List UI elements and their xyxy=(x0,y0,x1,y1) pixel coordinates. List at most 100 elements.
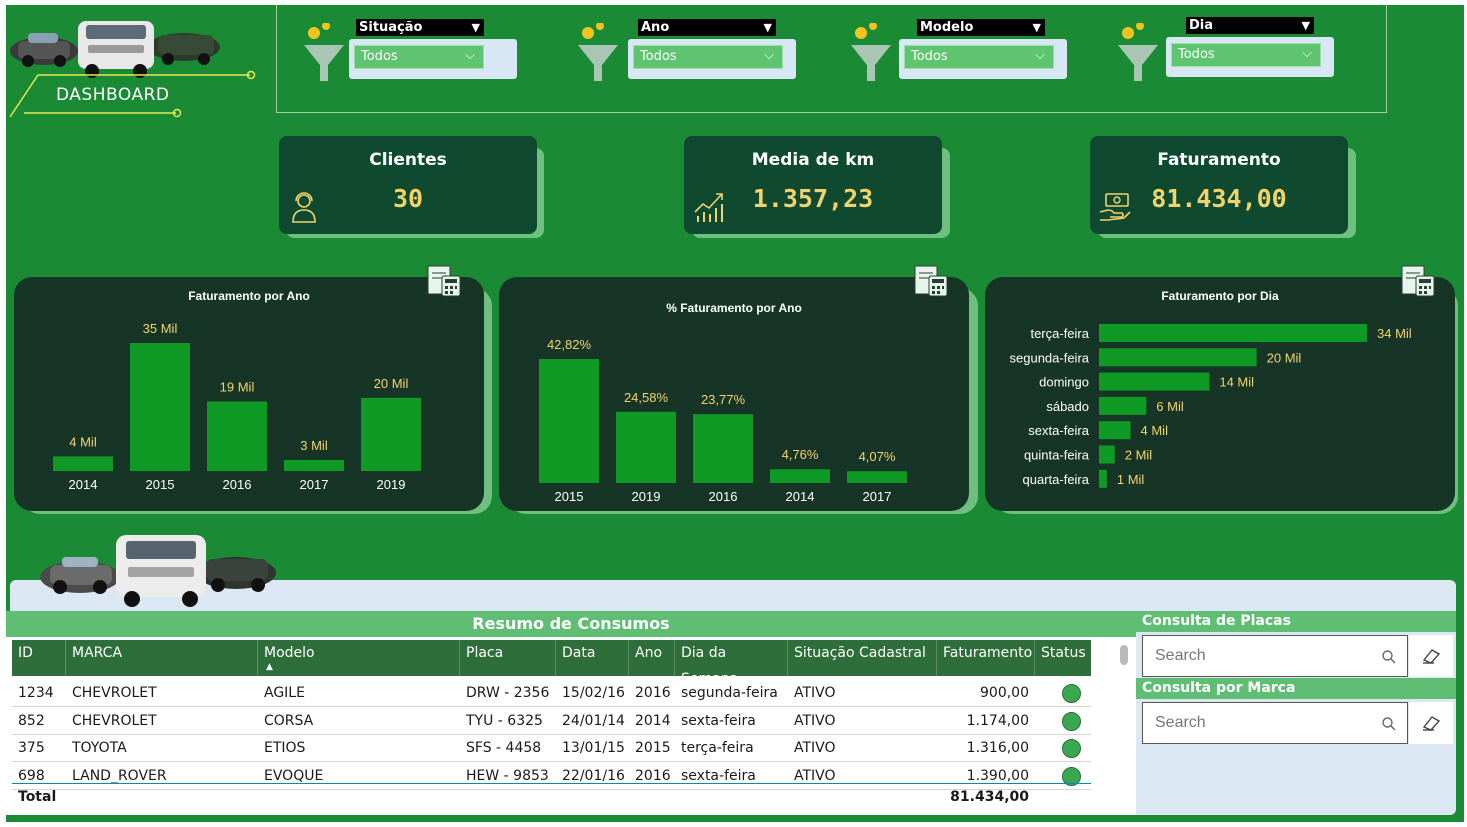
column-header-status[interactable]: Status xyxy=(1035,640,1091,676)
data-label: 3 Mil xyxy=(300,438,328,453)
table-cell: 2015 xyxy=(635,740,671,756)
y-tick-label: quinta-feira xyxy=(1024,448,1090,463)
data-label: 24,58% xyxy=(624,390,669,405)
placas-search-input[interactable]: Search xyxy=(1142,635,1408,677)
table-header: ID MARCA Modelo ▲ Placa Data Ano Dia da … xyxy=(12,640,1091,687)
column-header-dia-semana[interactable]: Dia da Semana xyxy=(675,640,788,687)
table-cell: 2016 xyxy=(635,685,671,701)
x-tick-label: 2016 xyxy=(223,477,252,492)
x-tick-label: 2016 xyxy=(709,489,738,504)
table-cell: 13/01/15 xyxy=(562,740,625,756)
kpi-title: Clientes xyxy=(369,150,447,170)
data-label: 20 Mil xyxy=(1267,350,1302,365)
trend-chart-icon xyxy=(694,193,723,222)
x-tick-label: 2014 xyxy=(69,477,98,492)
x-tick-label: 2019 xyxy=(377,477,406,492)
table-cell: 900,00 xyxy=(980,685,1029,701)
total-value: 81.434,00 xyxy=(950,789,1029,805)
table-cell: AGILE xyxy=(264,685,305,701)
chevron-down-icon: ⌵ xyxy=(465,48,475,63)
chart-bar xyxy=(770,469,830,483)
dashboard-label: DASHBOARD xyxy=(56,85,170,105)
data-label: 2 Mil xyxy=(1125,448,1153,463)
column-header-ano[interactable]: Ano xyxy=(629,640,675,676)
table-row[interactable]: 375 TOYOTA ETIOS SFS - 4458 13/01/15 2015 terç… xyxy=(12,735,1091,762)
data-table: ID MARCA Modelo ▲ Placa Data Ano Dia da … xyxy=(6,637,1136,815)
chart-bar xyxy=(1099,372,1210,391)
table-cell: ETIOS xyxy=(264,740,306,756)
y-tick-label: quarta-feira xyxy=(1023,472,1090,487)
total-label: Total xyxy=(18,789,57,805)
chevron-down-icon: ⌵ xyxy=(1035,48,1045,63)
table-cell: 1234 xyxy=(18,685,54,701)
table-cell: 375 xyxy=(18,740,45,756)
money-hand-icon xyxy=(1099,193,1131,221)
table-cell: 1.174,00 xyxy=(966,712,1029,729)
chart-bar xyxy=(361,397,421,471)
table-row[interactable]: 852 CHEVROLET CORSA TYU - 6325 24/01/14 2014 s… xyxy=(12,708,1091,735)
chart-card-faturamento-ano: Faturamento por Ano 4 Mil 2014 35 Mil 2015 1… xyxy=(14,277,484,511)
chart-faturamento-ano: 4 Mil 2014 35 Mil 2015 19 Mil 2016 3 Mil 2017 20… xyxy=(53,321,421,492)
column-header-id[interactable]: ID xyxy=(12,640,66,676)
filter-situacao-select[interactable]: Todos ⌵ xyxy=(354,45,484,69)
table-cell: TYU - 6325 xyxy=(466,712,543,729)
status-dot-icon xyxy=(1062,739,1081,758)
table-total-row: Total 81.434,00 xyxy=(12,783,1091,811)
data-label: 4,07% xyxy=(859,449,896,464)
column-header-faturamento[interactable]: Faturamento xyxy=(937,640,1035,676)
filter-modelo-title: Modelo ▼ xyxy=(917,19,1045,36)
x-tick-label: 2017 xyxy=(863,489,892,504)
y-tick-label: segunda-feira xyxy=(1010,350,1090,365)
consulta-placas-title: Consulta de Placas xyxy=(1136,611,1456,632)
funnel-coins-icon xyxy=(1118,23,1158,81)
chart-bar xyxy=(284,460,344,471)
search-placeholder: Search xyxy=(1155,714,1206,731)
filter-ano-select[interactable]: Todos ⌵ xyxy=(633,45,783,69)
column-header-marca[interactable]: MARCA xyxy=(66,640,258,676)
y-tick-label: sexta-feira xyxy=(1028,423,1089,438)
table-cell: CHEVROLET xyxy=(72,685,157,701)
table-cell: 2014 xyxy=(635,712,671,729)
chart-bar xyxy=(847,471,907,483)
filter-modelo-select[interactable]: Todos ⌵ xyxy=(904,45,1054,69)
kpi-title: Faturamento xyxy=(1157,150,1281,170)
table-row[interactable]: 1234 CHEVROLET AGILE DRW - 2356 15/02/16 2016… xyxy=(12,680,1091,707)
chart-bar xyxy=(130,343,190,471)
filter-modelo: Modelo ▼ Todos ⌵ xyxy=(851,15,1091,95)
consulta-marca-title: Consulta por Marca xyxy=(1136,678,1456,699)
table-cell: 24/01/14 xyxy=(562,712,625,729)
column-header-modelo[interactable]: Modelo ▲ xyxy=(258,640,460,676)
table-cell: 1.316,00 xyxy=(966,740,1029,756)
filter-modelo-box: Todos ⌵ xyxy=(899,39,1067,79)
eraser-icon xyxy=(1422,649,1440,664)
y-tick-label: domingo xyxy=(1039,375,1089,390)
kpi-title: Media de km xyxy=(751,150,875,170)
chart-bar xyxy=(693,414,753,483)
column-header-data[interactable]: Data xyxy=(556,640,629,676)
clear-marca-button[interactable] xyxy=(1409,702,1453,744)
filter-situacao-title: Situação ▼ xyxy=(356,19,484,36)
table-cell: DRW - 2356 xyxy=(466,685,550,701)
chart-bar xyxy=(1099,348,1257,367)
chart-card-pct-faturamento-ano: % Faturamento por Ano 42,82% 2015 24,58% 20… xyxy=(499,277,969,511)
table-scrollbar[interactable] xyxy=(1120,645,1128,665)
table-cell: SFS - 4458 xyxy=(466,740,542,756)
table-cell: CHEVROLET xyxy=(72,712,157,729)
column-header-placa[interactable]: Placa xyxy=(460,640,556,676)
filter-ano-box: Todos ⌵ xyxy=(628,39,796,79)
filter-dia-select[interactable]: Todos ⌵ xyxy=(1171,43,1321,67)
kpi-card-media-km: Media de km 1.357,23 xyxy=(684,136,942,234)
kpi-card-clientes: Clientes 30 xyxy=(279,136,537,234)
clear-placas-button[interactable] xyxy=(1409,635,1453,677)
x-tick-label: 2015 xyxy=(146,477,175,492)
column-header-situacao[interactable]: Situação Cadastral xyxy=(788,640,937,676)
filter-situacao: Situação ▼ Todos ⌵ xyxy=(304,15,544,95)
chart-bar xyxy=(53,456,113,471)
search-placeholder: Search xyxy=(1155,647,1206,664)
filter-ano-title: Ano ▼ xyxy=(638,19,776,36)
data-label: 4 Mil xyxy=(1141,423,1169,438)
marca-search-input[interactable]: Search xyxy=(1142,702,1408,744)
table-cell: sexta-feira xyxy=(681,712,756,729)
table-cell: segunda-feira xyxy=(681,685,778,701)
table-cell: TOYOTA xyxy=(72,740,127,756)
